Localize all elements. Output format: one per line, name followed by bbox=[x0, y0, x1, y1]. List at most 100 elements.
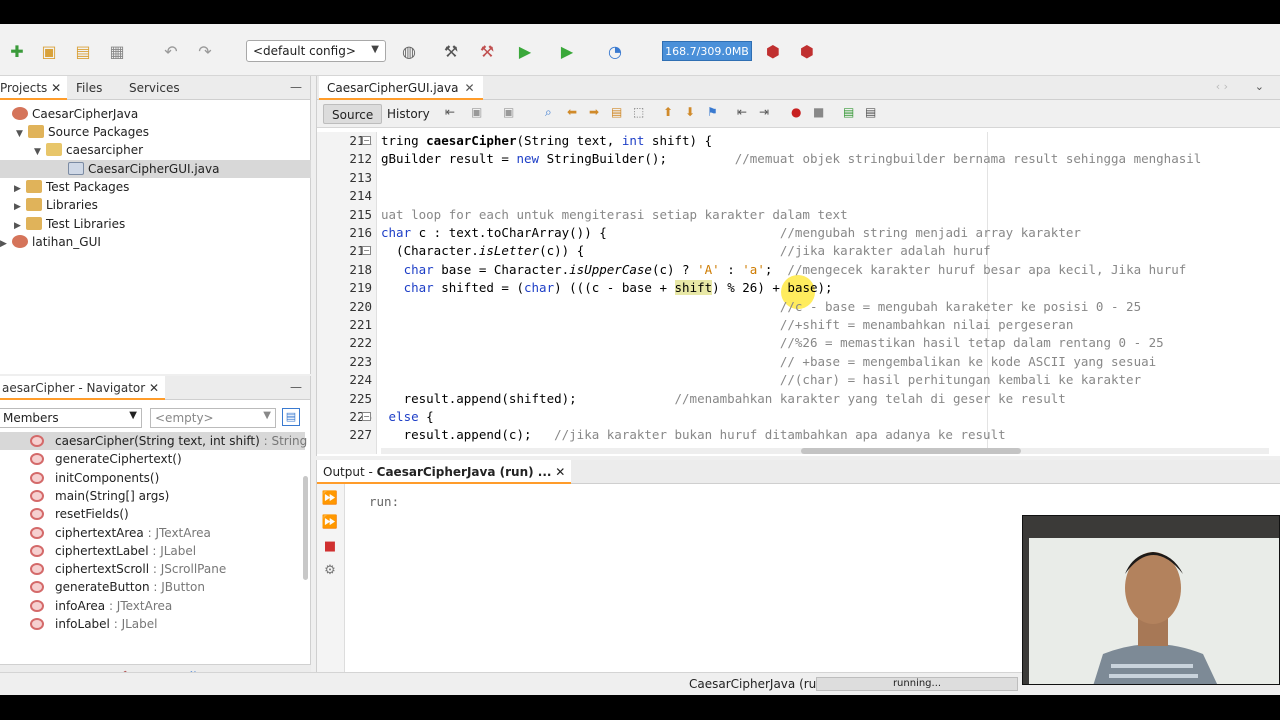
chevron-right-icon[interactable]: ▶ bbox=[14, 198, 26, 216]
tab-output[interactable]: Output - CaesarCipherJava (run) ... ✕ bbox=[317, 460, 572, 484]
status-task[interactable]: CaesarCipherJava (run) bbox=[689, 677, 829, 691]
method-icon bbox=[30, 453, 44, 466]
chevron-down-icon[interactable]: ⌄ bbox=[1255, 80, 1264, 93]
member-item[interactable]: ciphertextArea : JTextArea bbox=[0, 524, 305, 542]
member-type: : JButton bbox=[149, 580, 205, 595]
open-project-icon[interactable]: ▤ bbox=[72, 40, 94, 62]
chevron-right-icon[interactable]: ▶ bbox=[0, 235, 12, 253]
filter-select[interactable]: <empty> ▼ bbox=[150, 408, 276, 428]
members-select[interactable]: Members ▼ bbox=[0, 408, 142, 428]
tab-navigator[interactable]: aesarCipher - Navigator ✕ bbox=[0, 376, 166, 400]
rect-select-icon[interactable]: ⬚ bbox=[633, 105, 644, 119]
filter-select-value: <empty> bbox=[155, 411, 214, 425]
member-item[interactable]: generateButton : JButton bbox=[0, 578, 305, 596]
tree-item-test-packages[interactable]: ▶ Test Packages bbox=[0, 178, 311, 196]
member-item[interactable]: resetFields() bbox=[0, 505, 305, 523]
toggle-highlight-icon[interactable]: ▤ bbox=[611, 105, 622, 119]
fold-toggle-icon[interactable]: − bbox=[362, 136, 371, 145]
scrollbar-thumb[interactable] bbox=[801, 448, 1021, 454]
line-number: 216 bbox=[349, 225, 372, 240]
prev-bookmark-icon[interactable]: ⬆ bbox=[663, 105, 673, 119]
projects-panel: Projects ✕ Files Services — CaesarCipher… bbox=[0, 76, 311, 374]
build-hammer-icon[interactable]: ⚒ bbox=[440, 40, 462, 62]
member-item[interactable]: caesarCipher(String text, int shift) : S… bbox=[0, 432, 307, 450]
next-bookmark-icon[interactable]: ⬇ bbox=[685, 105, 695, 119]
member-item[interactable]: initComponents() bbox=[0, 469, 305, 487]
member-item[interactable]: infoArea : JTextArea bbox=[0, 597, 305, 615]
find-icon[interactable]: ⌕ bbox=[545, 105, 552, 120]
stop-macro-icon[interactable]: ■ bbox=[813, 105, 824, 119]
code-line-221: //+shift = menambahkan nilai pergeseran bbox=[779, 317, 1074, 332]
shift-left-icon[interactable]: ⇤ bbox=[737, 105, 747, 119]
tree-item-test-libraries[interactable]: ▶ Test Libraries bbox=[0, 215, 311, 233]
rerun-params-icon[interactable]: ⏩ bbox=[321, 514, 339, 532]
tree-item-caesarciphergui-java[interactable]: CaesarCipherGUI.java bbox=[0, 160, 311, 178]
globe-icon[interactable]: ◍ bbox=[398, 40, 420, 62]
rerun-icon[interactable]: ⏩ bbox=[321, 490, 339, 508]
memory-indicator[interactable]: 168.7/309.0MB bbox=[662, 41, 752, 61]
close-icon[interactable]: ✕ bbox=[51, 81, 61, 95]
tree-item-latihan-gui[interactable]: ▶ latihan_GUI bbox=[0, 233, 311, 251]
clean-build-icon[interactable]: ⚒ bbox=[476, 40, 498, 62]
source-button[interactable]: Source bbox=[323, 104, 383, 124]
editor-horizontal-scrollbar[interactable] bbox=[381, 448, 1269, 454]
member-item[interactable]: ciphertextScroll : JScrollPane bbox=[0, 560, 305, 578]
back-icon[interactable]: ⇤ bbox=[445, 105, 455, 119]
tree-item-caesarcipherjava[interactable]: CaesarCipherJava bbox=[0, 105, 311, 123]
navigator-options-icon[interactable]: ▤ bbox=[282, 408, 300, 426]
method-icon bbox=[30, 435, 44, 447]
minimize-icon[interactable]: — bbox=[290, 80, 302, 94]
tab-services[interactable]: Services bbox=[123, 76, 186, 100]
tree-item-caesarcipher[interactable]: ▼ caesarcipher bbox=[0, 141, 311, 159]
scroll-left-icon[interactable]: ‹ › bbox=[1216, 80, 1228, 93]
member-item[interactable]: generateCiphertext() bbox=[0, 450, 305, 468]
member-item[interactable]: ciphertextLabel : JLabel bbox=[0, 542, 305, 560]
close-icon[interactable]: ✕ bbox=[149, 381, 159, 395]
forward-icon[interactable]: ▣ bbox=[471, 105, 482, 119]
fold-toggle-icon[interactable]: − bbox=[362, 412, 371, 421]
record-macro-icon[interactable]: ● bbox=[791, 105, 801, 119]
fold-toggle-icon[interactable]: − bbox=[362, 246, 371, 256]
gc-icon[interactable]: ⬢ bbox=[762, 40, 784, 62]
code-line-222: //%26 = memastikan hasil tetap dalam ren… bbox=[779, 335, 1164, 351]
comment-icon[interactable]: ▤ bbox=[843, 105, 854, 119]
find-previous-icon[interactable]: ⬅ bbox=[567, 105, 577, 119]
code-line-211: tring caesarCipher(String text, int shif… bbox=[381, 133, 713, 148]
last-edit-icon[interactable]: ▣ bbox=[503, 105, 514, 119]
debug-icon[interactable]: ▶ bbox=[556, 40, 578, 62]
stop-icon[interactable]: ■ bbox=[321, 538, 339, 556]
member-item[interactable]: main(String[] args) bbox=[0, 487, 305, 505]
config-select[interactable]: <default config> ▼ bbox=[246, 40, 386, 62]
toggle-bookmark-icon[interactable]: ⚑ bbox=[707, 105, 718, 119]
tab-files[interactable]: Files bbox=[70, 76, 108, 100]
uncomment-icon[interactable]: ▤ bbox=[865, 105, 876, 119]
minimize-icon[interactable]: — bbox=[290, 380, 302, 394]
tree-item-source-packages[interactable]: ▼ Source Packages bbox=[0, 123, 311, 141]
presenter-image bbox=[1023, 516, 1279, 684]
code-line-224: //(char) = hasil perhitungan kembali ke … bbox=[779, 372, 1142, 388]
save-all-icon[interactable]: ▦ bbox=[106, 40, 128, 62]
shift-right-icon[interactable]: ⇥ bbox=[759, 105, 769, 119]
chevron-down-icon[interactable]: ▼ bbox=[34, 143, 46, 161]
tree-item-libraries[interactable]: ▶ Libraries bbox=[0, 196, 311, 214]
redo-icon[interactable]: ↷ bbox=[194, 40, 216, 62]
chevron-down-icon: ▼ bbox=[371, 44, 379, 55]
run-icon[interactable]: ▶ bbox=[514, 40, 536, 62]
new-file-icon[interactable]: ✚ bbox=[6, 40, 28, 62]
find-next-icon[interactable]: ➡ bbox=[589, 105, 599, 119]
history-button[interactable]: History bbox=[379, 104, 438, 124]
undo-icon[interactable]: ↶ bbox=[160, 40, 182, 62]
profile-icon[interactable]: ◔ bbox=[604, 40, 626, 62]
member-item[interactable]: infoLabel : JLabel bbox=[0, 615, 305, 633]
code-area[interactable]: tring caesarCipher(String text, int shif… bbox=[381, 132, 1269, 454]
close-icon[interactable]: ✕ bbox=[555, 465, 565, 479]
tab-projects[interactable]: Projects ✕ bbox=[0, 76, 68, 100]
navigator-scrollbar[interactable] bbox=[303, 476, 308, 580]
close-icon[interactable]: ✕ bbox=[464, 81, 474, 95]
tab-caesarciphergui-java[interactable]: CaesarCipherGUI.java ✕ bbox=[319, 76, 483, 100]
new-project-icon[interactable]: ▣ bbox=[38, 40, 60, 62]
member-label: resetFields() bbox=[55, 505, 129, 523]
profiler-icon[interactable]: ⬢ bbox=[796, 40, 818, 62]
settings-icon[interactable]: ⚙ bbox=[321, 562, 339, 580]
line-number: 218 bbox=[349, 261, 372, 277]
